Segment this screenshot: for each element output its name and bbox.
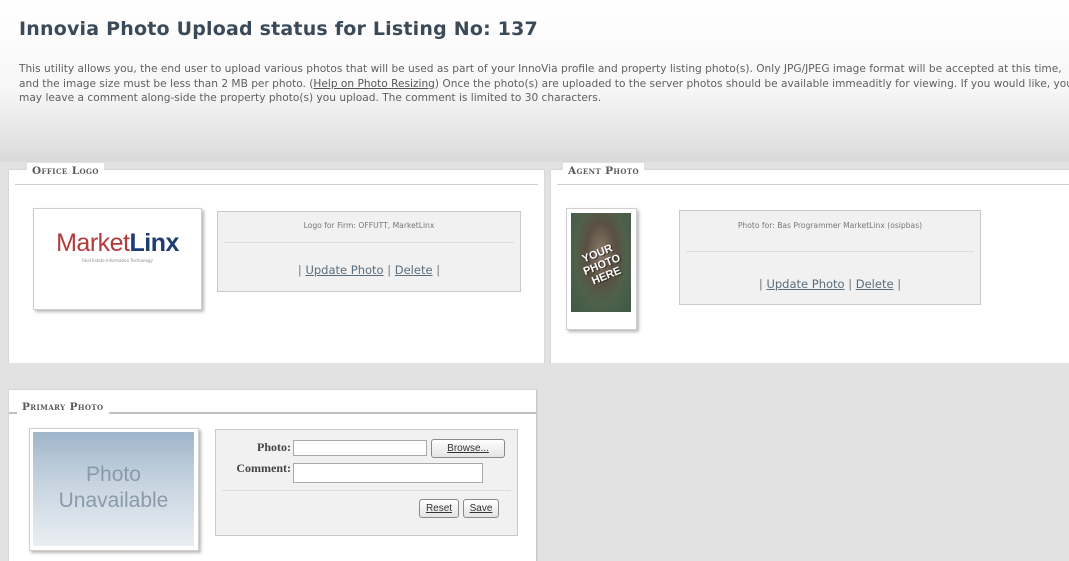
- page-title: Innovia Photo Upload status for Listing …: [19, 18, 538, 40]
- agent-photo-placeholder: YOUR PHOTO HERE: [571, 213, 631, 312]
- office-logo-legend: Office Logo: [27, 163, 104, 179]
- separator: |: [436, 263, 441, 277]
- help-photo-resizing-link[interactable]: Help on Photo Resizing: [313, 78, 434, 90]
- save-button-label: Save: [469, 503, 493, 514]
- separator: |: [758, 277, 763, 291]
- info-divider: [224, 242, 514, 243]
- delete-office-logo-link[interactable]: Delete: [395, 263, 433, 277]
- photo-field-label: Photo:: [257, 440, 291, 454]
- office-logo-panel: Office Logo MarketLinx Real Estate Infor…: [9, 163, 544, 363]
- form-divider: [222, 490, 511, 491]
- agent-photo-panel: Agent Photo YOUR PHOTO HERE Photo for: B…: [551, 163, 1069, 363]
- comment-input[interactable]: [293, 463, 483, 483]
- reset-button[interactable]: Reset: [419, 499, 459, 518]
- primary-photo-panel: Primary Photo Photo Unavailable Photo: B…: [9, 390, 537, 561]
- page-header: Innovia Photo Upload status for Listing …: [0, 0, 1069, 162]
- separator: |: [897, 277, 902, 291]
- photo-unavailable-placeholder: Photo Unavailable: [33, 432, 194, 546]
- logo-text-market: Market: [56, 229, 130, 257]
- office-logo-frame: MarketLinx Real Estate Information Techn…: [33, 208, 202, 310]
- agent-photo-info-box: Photo for: Bas Programmer MarketLinx (os…: [679, 210, 981, 305]
- marketlinx-logo: MarketLinx: [34, 229, 201, 257]
- browse-button[interactable]: Browse...: [431, 439, 505, 458]
- office-logo-caption: Logo for Firm: OFFUTT, MarketLinx: [303, 221, 435, 230]
- agent-photo-caption: Photo for: Bas Programmer MarketLinx (os…: [737, 221, 923, 230]
- separator: |: [848, 277, 853, 291]
- legend-rule: [15, 184, 538, 185]
- placeholder-text: Photo Unavailable: [33, 462, 194, 514]
- office-logo-actions: | Update Photo | Delete |: [218, 263, 520, 277]
- placeholder-line-2: Unavailable: [58, 489, 169, 512]
- primary-photo-form: Photo: Browse... Comment: Reset Save: [215, 429, 518, 536]
- placeholder-line-1: Photo: [86, 463, 141, 486]
- separator: |: [387, 263, 392, 277]
- office-logo-info-box: Logo for Firm: OFFUTT, MarketLinx | Upda…: [217, 211, 521, 292]
- reset-button-label: Reset: [425, 503, 453, 514]
- panel-gap: [0, 363, 1069, 373]
- legend-rule: [557, 184, 1069, 185]
- photo-file-input[interactable]: [293, 440, 427, 456]
- primary-photo-frame: Photo Unavailable: [29, 428, 199, 551]
- agent-photo-actions: | Update Photo | Delete |: [680, 277, 980, 291]
- intro-text: This utility allows you, the end user to…: [19, 62, 1069, 106]
- update-agent-photo-link[interactable]: Update Photo: [766, 277, 844, 291]
- agent-placeholder-text: YOUR PHOTO HERE: [580, 242, 623, 288]
- save-button[interactable]: Save: [463, 499, 499, 518]
- logo-tagline: Real Estate Information Technology: [82, 258, 153, 263]
- delete-agent-photo-link[interactable]: Delete: [856, 277, 894, 291]
- agent-photo-frame: YOUR PHOTO HERE: [566, 208, 637, 330]
- separator: |: [297, 263, 302, 277]
- info-divider: [686, 251, 974, 252]
- browse-button-label: Browse...: [447, 443, 489, 454]
- agent-photo-legend: Agent Photo: [563, 163, 645, 179]
- comment-field-label: Comment:: [236, 461, 291, 475]
- logo-text-linx: Linx: [129, 229, 180, 257]
- primary-photo-legend: Primary Photo: [17, 399, 109, 415]
- update-office-logo-link[interactable]: Update Photo: [305, 263, 383, 277]
